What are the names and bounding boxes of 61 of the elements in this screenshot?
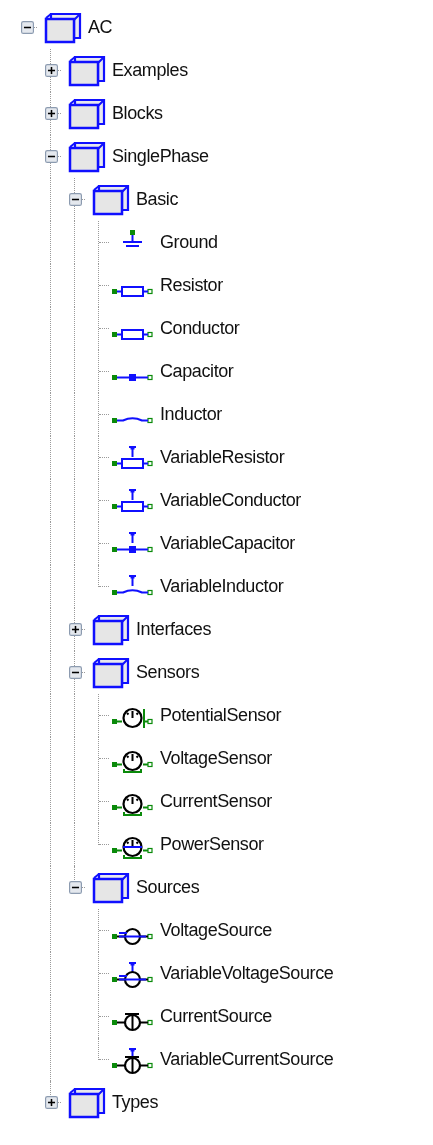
tree-item-label[interactable]: VariableCapacitor xyxy=(160,533,295,554)
expand-toggle[interactable] xyxy=(68,623,82,636)
variable-resistor-icon xyxy=(112,488,153,512)
box-icon xyxy=(91,183,131,216)
box-icon xyxy=(43,11,83,44)
tree-item-label[interactable]: Basic xyxy=(136,189,179,210)
ground-icon xyxy=(122,229,143,247)
resistor-icon xyxy=(112,328,153,340)
tree-item-label[interactable]: Interfaces xyxy=(136,619,212,640)
collapse-toggle[interactable] xyxy=(20,21,34,34)
tree-item-label[interactable]: Ground xyxy=(160,232,218,253)
box-icon xyxy=(91,613,131,646)
gauge-icon xyxy=(112,793,153,817)
variable-capacitor-icon xyxy=(112,531,153,553)
tree-item-label[interactable]: SinglePhase xyxy=(112,146,209,167)
tree-item-label[interactable]: Types xyxy=(112,1092,159,1113)
box-icon xyxy=(67,97,107,130)
box-icon xyxy=(67,140,107,173)
expand-toggle[interactable] xyxy=(44,107,58,120)
tree-item-label[interactable]: VariableCurrentSource xyxy=(160,1049,334,1070)
box-icon xyxy=(91,871,131,904)
tree-item-label[interactable]: PowerSensor xyxy=(160,834,264,855)
box-icon xyxy=(91,656,131,689)
gauge-icon xyxy=(112,750,153,774)
tree-item-label[interactable]: CurrentSensor xyxy=(160,791,272,812)
expand-toggle[interactable] xyxy=(44,1096,58,1109)
tree-item-label[interactable]: Conductor xyxy=(160,318,240,339)
tree-item-label[interactable]: VariableConductor xyxy=(160,490,301,511)
tree-item-label[interactable]: VariableVoltageSource xyxy=(160,963,334,984)
gauge-icon xyxy=(112,707,153,729)
box-icon xyxy=(67,54,107,87)
gauge-icon xyxy=(112,836,153,860)
expand-toggle[interactable] xyxy=(44,64,58,77)
tree-item-label[interactable]: VoltageSensor xyxy=(160,748,272,769)
source-icon xyxy=(112,961,153,988)
tree-item-label[interactable]: PotentialSensor xyxy=(160,705,282,726)
collapse-toggle[interactable] xyxy=(68,193,82,206)
box-icon xyxy=(67,1086,107,1119)
tree-item-label[interactable]: Resistor xyxy=(160,275,223,296)
tree-item-label[interactable]: VariableResistor xyxy=(160,447,285,468)
variable-inductor-icon xyxy=(112,574,153,595)
variable-resistor-icon xyxy=(112,445,153,469)
tree-item-label[interactable]: VariableInductor xyxy=(160,576,284,597)
tree-item-label[interactable]: Blocks xyxy=(112,103,163,124)
tree-item-label[interactable]: Inductor xyxy=(160,404,222,425)
tree-item-label[interactable]: Sensors xyxy=(136,662,200,683)
collapse-toggle[interactable] xyxy=(68,881,82,894)
capacitor-icon xyxy=(112,373,153,381)
inductor-icon xyxy=(112,416,153,423)
tree-item-label[interactable]: CurrentSource xyxy=(160,1006,272,1027)
tree-item-label[interactable]: AC xyxy=(88,17,113,38)
tree-item-label[interactable]: Capacitor xyxy=(160,361,234,382)
source-icon xyxy=(112,927,153,945)
collapse-toggle[interactable] xyxy=(44,150,58,163)
resistor-icon xyxy=(112,285,153,297)
source-icon xyxy=(112,1047,153,1074)
source-icon xyxy=(112,1012,153,1031)
tree-item-label[interactable]: VoltageSource xyxy=(160,920,272,941)
tree-item-label[interactable]: Examples xyxy=(112,60,188,81)
collapse-toggle[interactable] xyxy=(68,666,82,679)
tree-item-label[interactable]: Sources xyxy=(136,877,200,898)
